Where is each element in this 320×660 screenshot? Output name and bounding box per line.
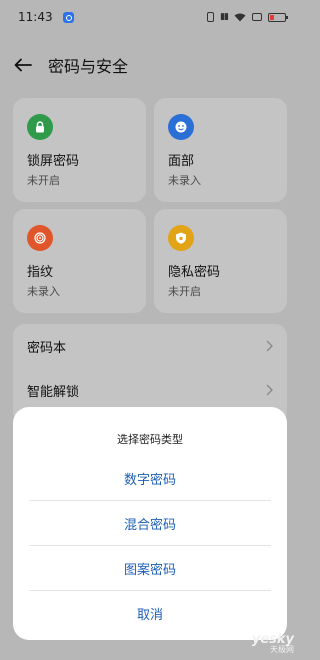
option-pattern-password[interactable]: 图案密码	[29, 546, 271, 590]
card-title: 指纹	[27, 265, 54, 280]
card-face[interactable]: 面部 未录入	[154, 98, 287, 202]
card-privacy-password[interactable]: 隐私密码 未开启	[154, 209, 287, 313]
chevron-right-icon	[266, 340, 273, 352]
page-header: 密码与安全	[0, 48, 300, 82]
list-item-label: 密码本	[27, 340, 67, 356]
watermark-sub: 天极网	[270, 645, 294, 654]
option-mixed-password[interactable]: 混合密码	[29, 501, 271, 545]
list-item-label: 智能解锁	[27, 384, 80, 400]
list-item-password-book[interactable]: 密码本	[13, 324, 287, 368]
card-title: 面部	[168, 154, 195, 169]
battery-low-icon	[268, 12, 288, 22]
list-item-smart-unlock[interactable]: 智能解锁	[13, 368, 287, 412]
face-icon	[168, 114, 194, 140]
option-numeric-password[interactable]: 数字密码	[29, 456, 271, 500]
status-icons: ▮▮	[207, 12, 288, 22]
watermark-logo: yesky 天极网	[252, 633, 294, 654]
card-title: 锁屏密码	[27, 154, 80, 169]
card-status: 未开启	[168, 285, 201, 298]
card-status: 未开启	[27, 174, 60, 187]
fingerprint-icon	[27, 225, 53, 251]
chevron-right-icon	[266, 384, 273, 396]
card-fingerprint[interactable]: 指纹 未录入	[13, 209, 146, 313]
status-bar: 11:43 ▮▮	[0, 0, 300, 34]
status-time: 11:43	[18, 10, 53, 24]
card-lock-screen-password[interactable]: 锁屏密码 未开启	[13, 98, 146, 202]
shield-icon	[168, 225, 194, 251]
page-title: 密码与安全	[48, 57, 129, 76]
card-status: 未录入	[168, 174, 201, 187]
card-status: 未录入	[27, 285, 60, 298]
app-notification-icon	[62, 11, 74, 23]
cancel-button[interactable]: 取消	[29, 591, 271, 635]
sheet-title: 选择密码类型	[117, 433, 183, 446]
password-type-sheet: 选择密码类型 数字密码 混合密码 图案密码 取消	[13, 407, 287, 640]
vibrate-icon	[207, 12, 215, 22]
card-title: 隐私密码	[168, 265, 221, 280]
signal-icon: ▮▮	[220, 12, 229, 22]
lock-icon	[27, 114, 53, 140]
wifi-icon	[234, 13, 246, 21]
camera-icon	[252, 13, 262, 21]
back-arrow-icon[interactable]	[12, 54, 34, 76]
